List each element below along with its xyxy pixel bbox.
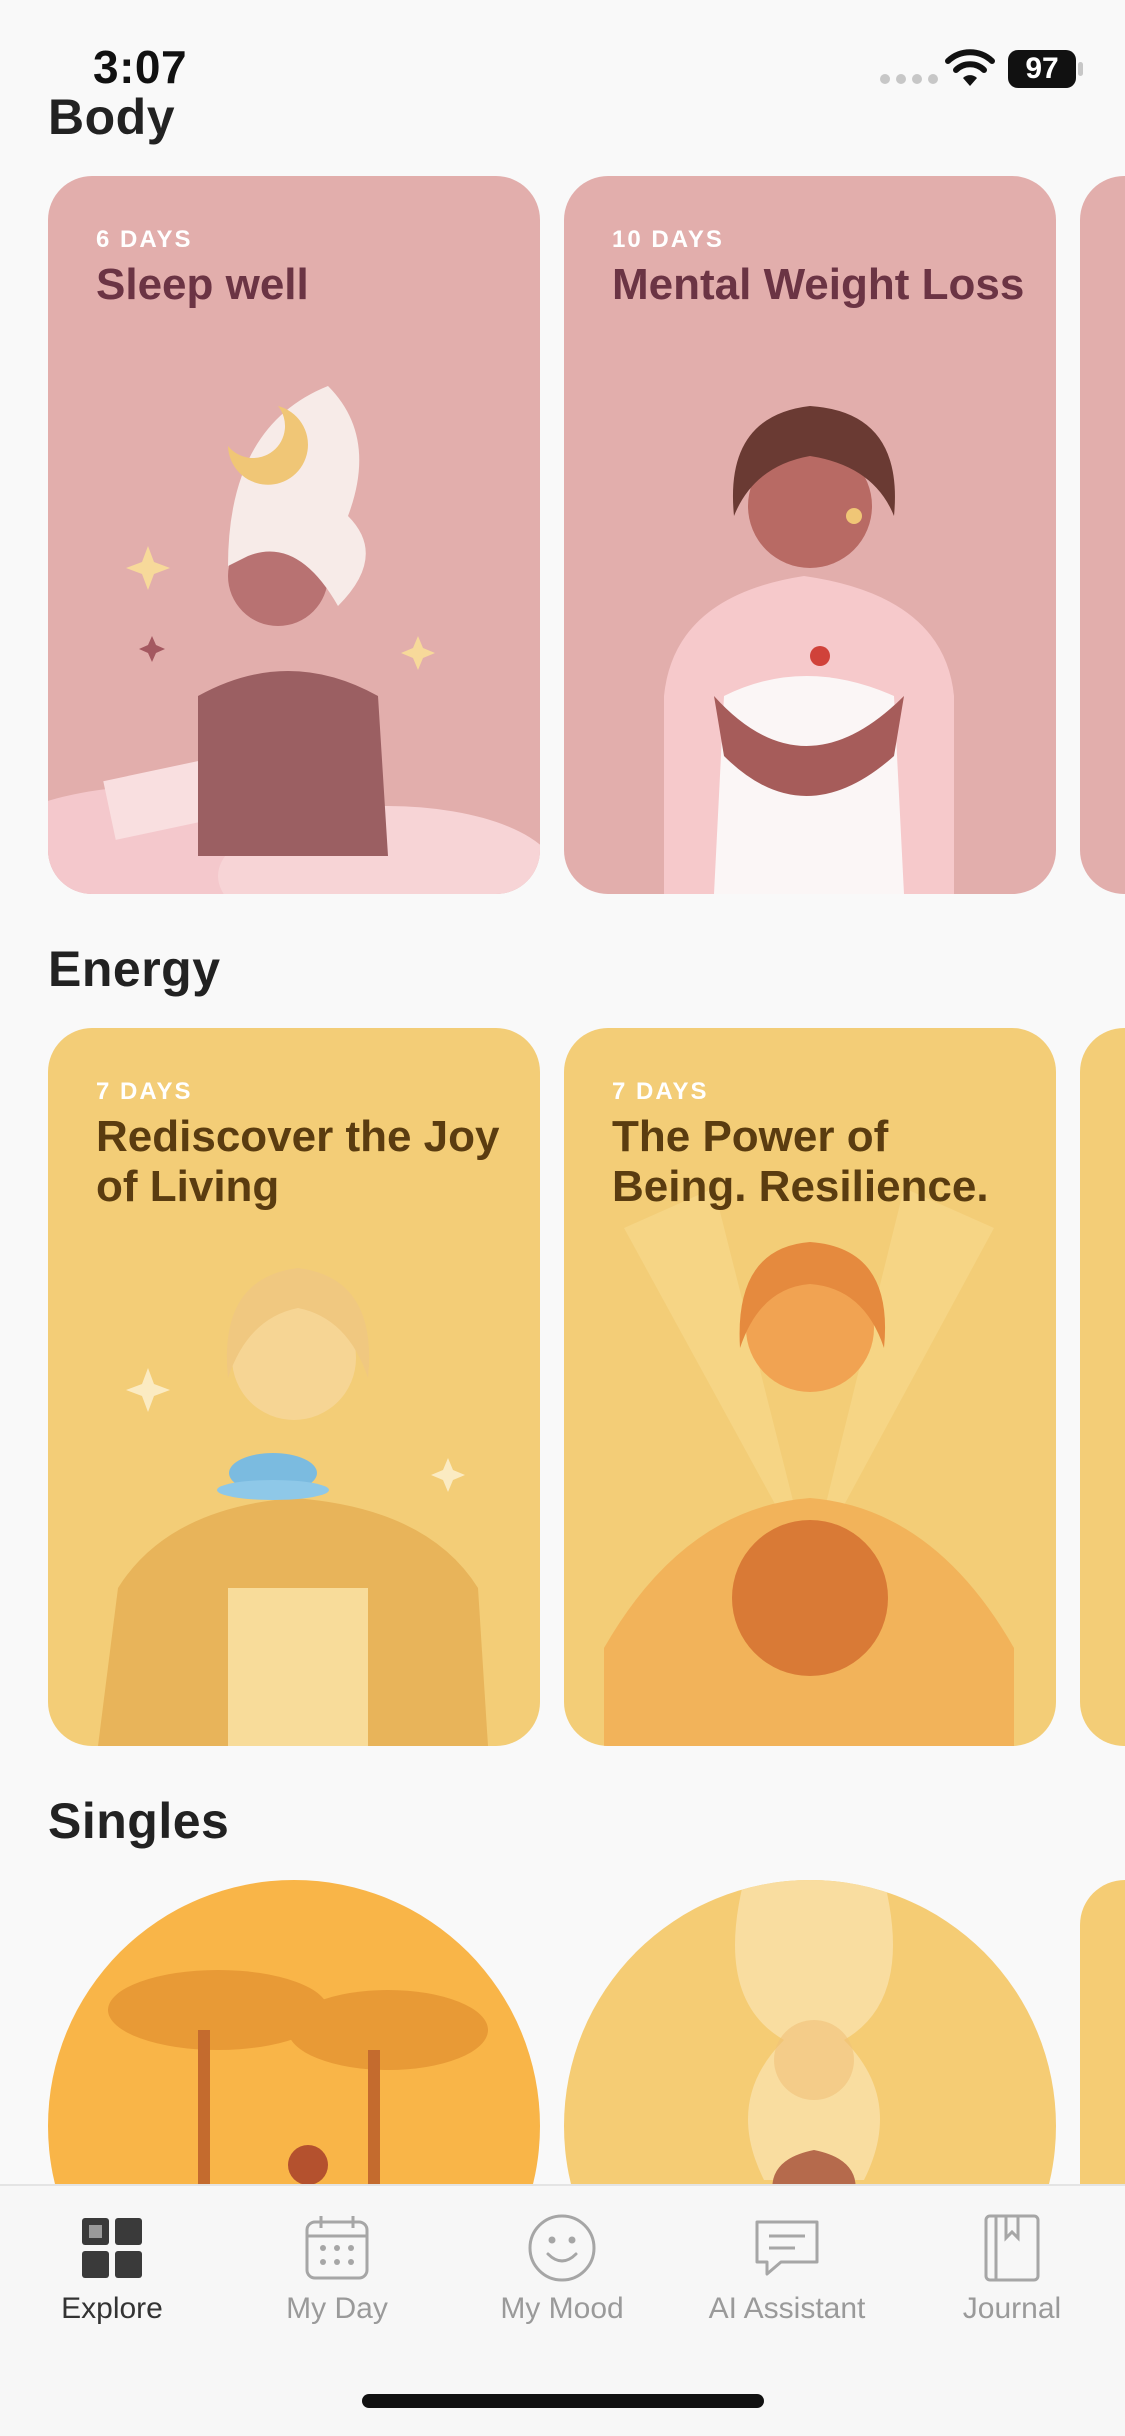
card-title: Sleep well [96,260,309,309]
tab-label: My Day [286,2292,388,2325]
program-card-mental-weight-loss[interactable]: 10 DAYS Mental Weight Loss [564,176,1056,894]
tab-explore[interactable]: Explore [2,2212,222,2342]
battery-icon: 97 [1008,50,1076,88]
status-bar: 3:07 97 [0,0,1125,100]
card-title: Rediscover the Joy of Living [96,1112,500,1211]
tab-label: My Mood [500,2292,624,2325]
section-title-energy: Energy [48,941,221,997]
tab-my-mood[interactable]: My Mood [452,2212,672,2342]
card-duration: 7 DAYS [612,1078,709,1105]
tab-my-day[interactable]: My Day [227,2212,447,2342]
program-card-resilience[interactable]: 7 DAYS The Power of Being. Resilience. [564,1028,1056,1746]
journal-icon [984,2214,1040,2282]
smiley-icon [528,2214,596,2282]
tab-journal[interactable]: Journal [902,2212,1122,2342]
section-title-body: Body [48,89,175,145]
battery-cap [1078,62,1083,76]
card-duration: 6 DAYS [96,226,193,253]
card-title: Mental Weight Loss [612,260,1025,309]
program-card-joy-of-living[interactable]: 7 DAYS Rediscover the Joy of Living [48,1028,540,1746]
program-card-sleep-well[interactable]: 6 DAYS Sleep well [48,176,540,894]
program-card-peek[interactable] [1080,1028,1125,1746]
status-time: 3:07 [93,41,188,93]
tab-ai-assistant[interactable]: AI Assistant [677,2212,897,2342]
tab-label: Explore [61,2292,163,2325]
grid-icon [82,2218,142,2278]
home-indicator[interactable] [362,2394,764,2408]
section-title-singles: Singles [48,1793,230,1849]
card-duration: 7 DAYS [96,1078,193,1105]
wifi-icon [945,49,995,86]
tab-label: AI Assistant [708,2292,866,2325]
card-title: The Power of Being. Resilience. [612,1112,989,1211]
chat-icon [755,2220,819,2276]
program-card-peek[interactable] [1080,176,1125,894]
cellular-signal-icon [880,74,938,84]
calendar-icon [305,2216,369,2280]
card-duration: 10 DAYS [612,226,724,253]
tab-label: Journal [962,2292,1062,2325]
